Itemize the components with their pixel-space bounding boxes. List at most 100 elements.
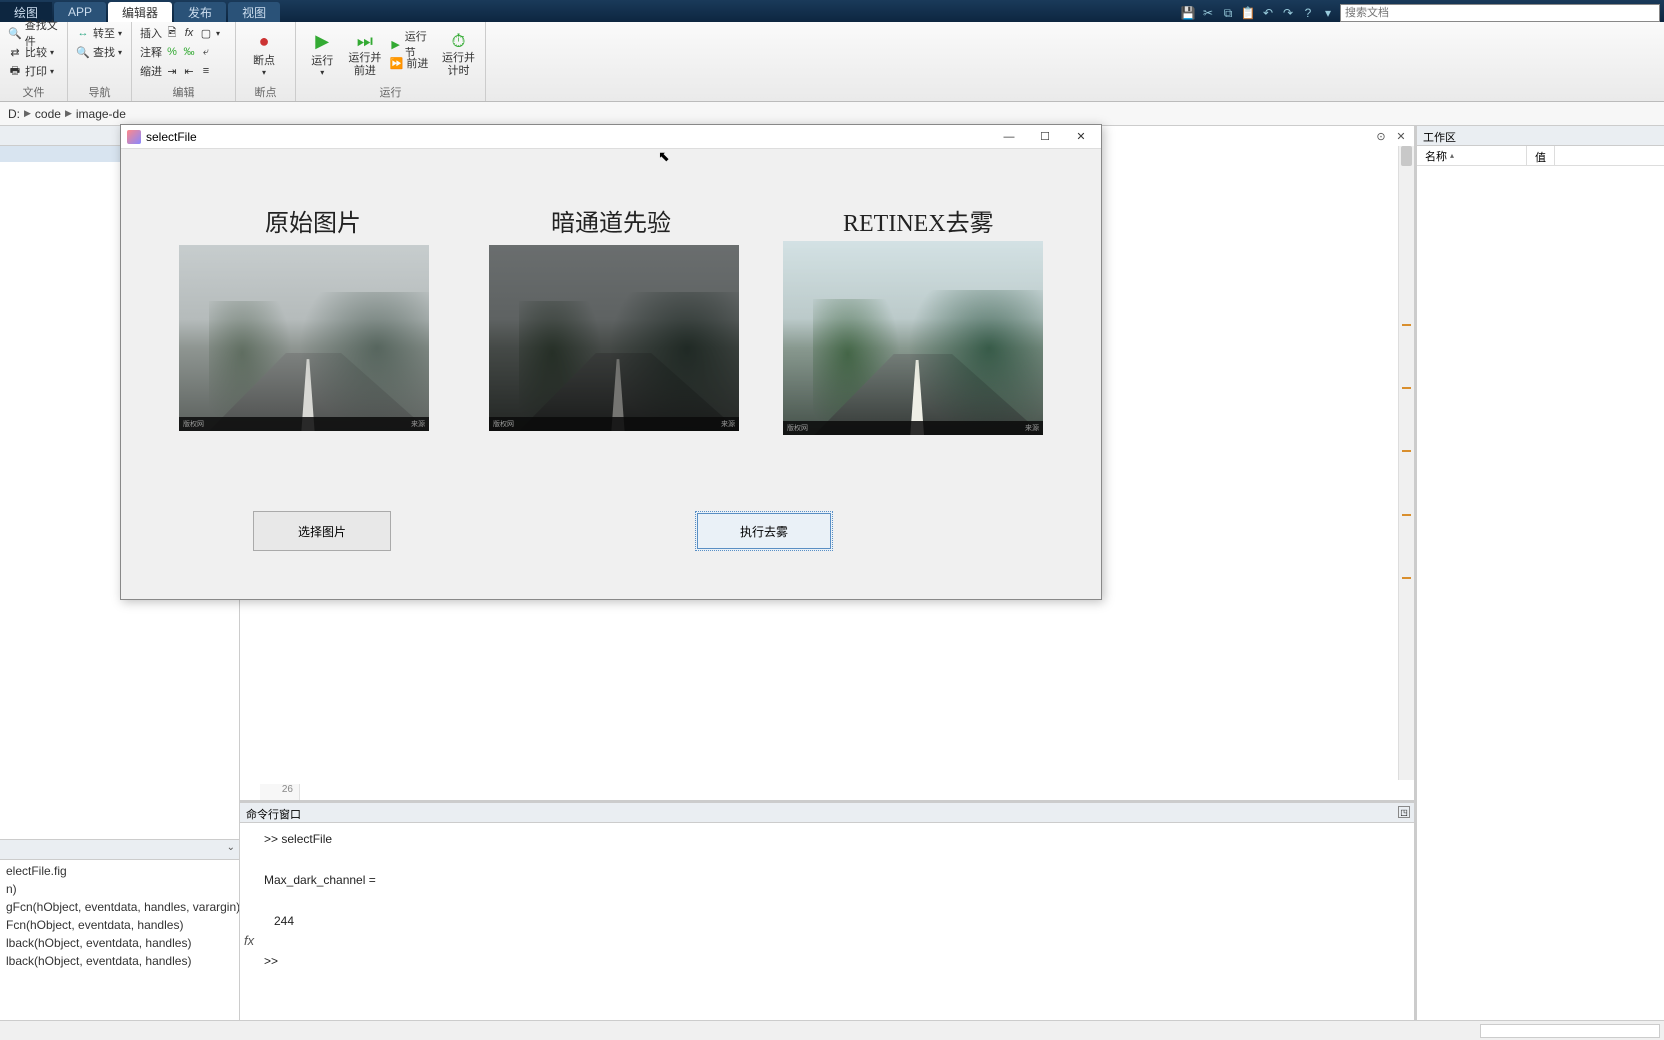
step-button[interactable]: ⏩前进 [387, 54, 436, 72]
workspace-col-value[interactable]: 值 [1527, 146, 1555, 165]
select-image-button[interactable]: 选择图片 [253, 511, 391, 551]
figure-content: 原始图片 暗通道先验 RETINEX去雾 版权网来源 版权网来源 版权网来源 选… [121, 149, 1101, 599]
watermark: 来源 [411, 419, 425, 429]
chevron-down-icon[interactable]: ⌄ [227, 842, 235, 853]
fx-icon[interactable]: fx [244, 930, 254, 952]
command-window: 命令行窗口◳ >> selectFile Max_dark_channel = … [240, 800, 1414, 1040]
find-files-button[interactable]: 🔍查找文件 [6, 24, 61, 42]
indent-left-icon[interactable]: ⇤ [182, 64, 196, 78]
redo-icon[interactable]: ↷ [1280, 5, 1296, 21]
tab-view[interactable]: 视图 [228, 2, 280, 22]
compare-icon: ⇄ [8, 45, 22, 59]
editor-popout-icon[interactable]: ⊙ [1374, 129, 1388, 143]
run-advance-button[interactable]: ⏭运行并 前进 [344, 24, 385, 83]
find-icon: 🔍 [76, 45, 90, 59]
help-icon[interactable]: ? [1300, 5, 1316, 21]
figure-title: selectFile [146, 130, 197, 144]
print-button[interactable]: 🖶打印▾ [6, 62, 61, 80]
cut-icon[interactable]: ✂ [1200, 5, 1216, 21]
path-seg-1[interactable]: code [35, 107, 61, 121]
run-button[interactable]: ▶运行▾ [302, 24, 342, 83]
tab-app[interactable]: APP [54, 2, 106, 22]
matlab-icon [127, 130, 141, 144]
maximize-button[interactable]: ☐ [1027, 126, 1063, 148]
image-original: 版权网 来源 [179, 245, 429, 431]
comment-icon[interactable]: % [165, 45, 179, 59]
goto-button[interactable]: ↔转至▾ [74, 24, 124, 42]
uncomment-icon[interactable]: ‰ [182, 45, 196, 59]
tab-publish[interactable]: 发布 [174, 2, 226, 22]
goto-label: 转至 [93, 25, 115, 41]
popout-icon[interactable]: ◳ [1398, 806, 1410, 818]
compare-label: 比较 [25, 44, 47, 60]
watermark: 来源 [1025, 423, 1039, 433]
outline-item[interactable]: electFile.fig [0, 862, 239, 880]
print-icon: 🖶 [8, 64, 22, 78]
run-timer-button[interactable]: ⏱运行并 计时 [438, 24, 479, 83]
path-seg-0[interactable]: D: [8, 107, 20, 121]
find-files-icon: 🔍 [8, 26, 22, 40]
path-seg-2[interactable]: image-de [76, 107, 126, 121]
run-timer-icon: ⏱ [448, 30, 470, 52]
cmd-line: >> selectFile [264, 829, 1404, 849]
editor-scrollbar[interactable] [1398, 146, 1414, 780]
smart-indent-icon[interactable]: ≡ [199, 64, 213, 78]
scrollbar-thumb[interactable] [1401, 146, 1412, 166]
insert-button[interactable]: 插入 🖻 fx ▢▾ [138, 24, 222, 42]
figure-titlebar[interactable]: selectFile — ☐ ✕ [121, 125, 1101, 149]
indent-right-icon[interactable]: ⇥ [165, 64, 179, 78]
chevron-right-icon: ▶ [65, 108, 72, 119]
paste-icon[interactable]: 📋 [1240, 5, 1256, 21]
outline-item[interactable]: lback(hObject, eventdata, handles) [0, 952, 239, 970]
cmd-prompt[interactable]: >> [264, 951, 1404, 971]
group-edit-label: 编辑 [138, 83, 229, 101]
status-inset [1480, 1024, 1660, 1038]
breakpoint-button[interactable]: ●断点▾ [242, 24, 286, 83]
run-dehaze-button[interactable]: 执行去雾 [695, 511, 833, 551]
ribbon: 🔍查找文件 ⇄比较▾ 🖶打印▾ 文件 ↔转至▾ 🔍查找▾ 导航 插入 🖻 fx … [0, 22, 1664, 102]
run-timer-label: 运行并 计时 [442, 52, 475, 76]
step-icon: ⏩ [389, 56, 403, 70]
insert-label: 插入 [140, 25, 162, 41]
dropdown-icon[interactable]: ▾ [1320, 5, 1336, 21]
find-button[interactable]: 🔍查找▾ [74, 43, 124, 61]
save-icon[interactable]: 💾 [1180, 5, 1196, 21]
close-button[interactable]: ✕ [1063, 126, 1099, 148]
search-docs-input[interactable] [1340, 4, 1660, 22]
indent-label: 缩进 [140, 63, 162, 79]
minimize-button[interactable]: — [991, 126, 1027, 148]
path-bar: D: ▶ code ▶ image-de [0, 102, 1664, 126]
compare-button[interactable]: ⇄比较▾ [6, 43, 61, 61]
figure-window: selectFile — ☐ ✕ 原始图片 暗通道先验 RETINEX去雾 版权… [120, 124, 1102, 600]
breakpoint-label: 断点 [253, 52, 275, 68]
insert-fx-icon[interactable]: fx [182, 26, 196, 40]
workspace-col-name[interactable]: 名称▴ [1417, 146, 1527, 165]
insert-pic-icon[interactable]: 🖻 [165, 26, 179, 40]
undo-icon[interactable]: ↶ [1260, 5, 1276, 21]
workspace-header: 工作区 [1417, 126, 1664, 146]
wrap-icon[interactable]: ⤶ [199, 45, 213, 59]
watermark: 来源 [721, 419, 735, 429]
command-window-body[interactable]: >> selectFile Max_dark_channel = 244 fx … [240, 823, 1414, 1040]
outline-item[interactable]: Fcn(hObject, eventdata, handles) [0, 916, 239, 934]
cmd-line: Max_dark_channel = [264, 870, 1404, 890]
find-label: 查找 [93, 44, 115, 60]
outline-item[interactable]: n) [0, 880, 239, 898]
outline-item[interactable]: gFcn(hObject, eventdata, handles, vararg… [0, 898, 239, 916]
copy-icon[interactable]: ⧉ [1220, 5, 1236, 21]
step-label: 前进 [406, 55, 428, 71]
chevron-right-icon: ▶ [24, 108, 31, 119]
group-bp-label: 断点 [242, 83, 289, 101]
status-bar [0, 1020, 1664, 1040]
comment-button[interactable]: 注释 % ‰ ⤶ [138, 43, 222, 61]
group-nav-label: 导航 [74, 83, 125, 101]
run-section-button[interactable]: ▶运行节 [387, 35, 436, 53]
editor-close-icon[interactable]: ✕ [1394, 129, 1408, 143]
insert-var-icon[interactable]: ▢ [199, 26, 213, 40]
outline-item[interactable]: lback(hObject, eventdata, handles) [0, 934, 239, 952]
indent-button[interactable]: 缩进 ⇥ ⇤ ≡ [138, 62, 222, 80]
tab-editor[interactable]: 编辑器 [108, 2, 172, 22]
watermark: 版权网 [183, 419, 204, 429]
subplot-title-2: 暗通道先验 [551, 203, 671, 238]
print-label: 打印 [25, 63, 47, 79]
